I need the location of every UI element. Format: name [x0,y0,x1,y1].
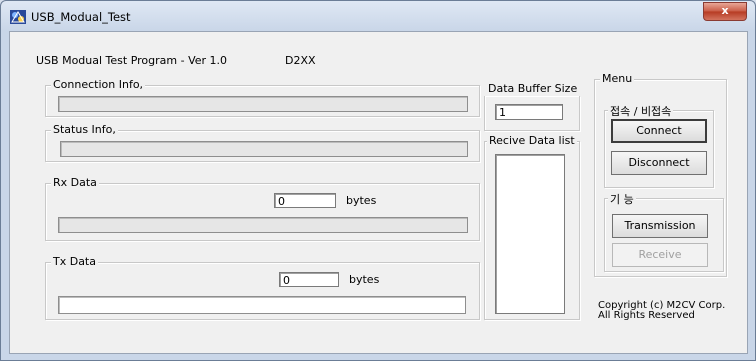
status-info-field [60,141,468,157]
status-info-label: Status Info, [51,123,118,136]
tx-data-input[interactable] [58,296,466,314]
tx-byte-count[interactable]: 0 [279,272,339,287]
rx-data-group: Rx Data 0 bytes [45,176,480,241]
connect-button[interactable]: Connect [611,119,707,143]
rx-byte-count: 0 [274,193,336,208]
data-buffer-group: 1 [484,96,580,131]
app-window: USB_Modual_Test x USB Modual Test Progra… [0,0,756,361]
transmission-button[interactable]: Transmission [612,214,708,238]
rx-bytes-unit: bytes [346,194,377,207]
connection-control-group: 접속 / 비접속 Connect Disconnect [604,103,714,188]
connection-info-label: Connection Info, [51,78,146,91]
tx-data-label: Tx Data [51,255,98,268]
driver-label: D2XX [285,54,316,67]
connection-control-label: 접속 / 비접속 [608,103,674,119]
connection-info-group: Connection Info, [45,78,480,117]
program-title: USB Modual Test Program - Ver 1.0 [36,54,228,67]
function-group: 기 능 Transmission Receive [604,191,724,272]
rx-data-field [58,217,468,233]
status-info-group: Status Info, [45,123,480,162]
receive-list-group: Recive Data list [484,134,580,320]
copyright-line-2: All Rights Reserved [598,310,695,321]
menu-group: Menu 접속 / 비접속 Connect Disconnect 기 능 Tra… [594,72,727,277]
receive-list-label: Recive Data list [487,134,577,147]
data-buffer-input[interactable]: 1 [495,104,563,120]
window-title: USB_Modual_Test [31,10,131,24]
client-area: USB Modual Test Program - Ver 1.0 D2XX C… [9,31,748,354]
tx-bytes-unit: bytes [349,273,380,286]
close-button[interactable]: x [703,2,747,21]
tx-data-group: Tx Data 0 bytes [45,255,480,320]
function-group-label: 기 능 [608,191,636,207]
receive-data-list[interactable] [495,154,565,314]
title-bar[interactable]: USB_Modual_Test x [1,1,755,31]
receive-button[interactable]: Receive [612,243,708,267]
data-buffer-label: Data Buffer Size [488,82,578,95]
rx-data-label: Rx Data [51,176,99,189]
disconnect-button[interactable]: Disconnect [611,151,707,175]
app-icon [10,10,26,24]
connection-info-field [58,96,468,112]
menu-label: Menu [600,72,635,85]
